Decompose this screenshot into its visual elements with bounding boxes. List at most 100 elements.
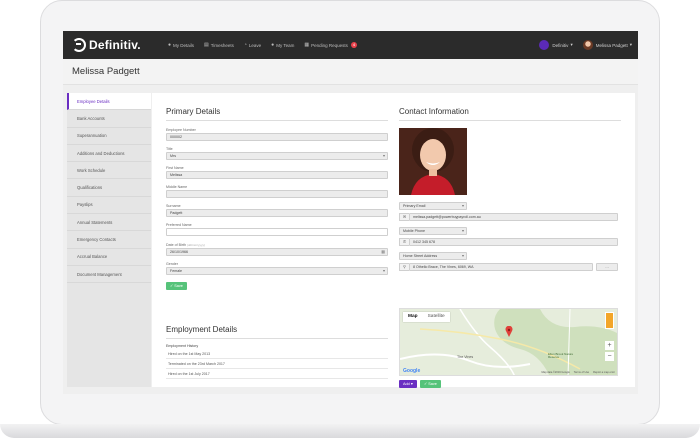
chevron-down-icon: ▾: [629, 42, 632, 47]
table-row: Hired on the 1st May 2013: [166, 350, 388, 359]
brand-logo[interactable]: Definitiv.: [72, 37, 141, 53]
employee-number-label: Employee Number: [166, 128, 196, 132]
zoom-in-icon[interactable]: +: [605, 341, 614, 350]
nav-leave[interactable]: ◔ Leave: [244, 42, 261, 48]
dob-label-text: Date of Birth: [166, 243, 186, 247]
org-switcher[interactable]: Definitiv: [552, 43, 568, 48]
map-label-nature-reserve: Ellen Brook Nature Reserve: [548, 352, 574, 360]
preferred-name-field[interactable]: [166, 228, 388, 236]
sidebar-item-emergency-contacts[interactable]: Emergency Contacts: [67, 231, 151, 249]
primary-save-button[interactable]: ✓ Save: [166, 282, 187, 290]
address-type-value: Home Street Address: [403, 254, 438, 258]
contact-save-button[interactable]: ✓ Save: [420, 380, 441, 388]
tab-map[interactable]: Map: [403, 312, 423, 322]
map-pin-icon[interactable]: [505, 324, 513, 337]
sidebar-item-additions-deductions[interactable]: Additions and Deductions: [67, 145, 151, 163]
sidebar: Employee Details Bank Accounts Superannu…: [67, 93, 151, 387]
address-field[interactable]: 8 Othello Brace, The Vines, 6069, WA: [409, 263, 593, 271]
caret-down-icon: ▾: [409, 382, 413, 386]
nav-right: Definitiv ▾ Melissa Padgett ▾: [539, 31, 632, 59]
sidebar-item-bank-accounts[interactable]: Bank Accounts: [67, 110, 151, 128]
gender-label: Gender: [166, 262, 178, 266]
nav-menu: ● My Details ▤ Timesheets ◔ Leave ● My T…: [168, 31, 367, 59]
team-icon: ●: [271, 42, 275, 48]
sidebar-item-employee-details[interactable]: Employee Details: [67, 93, 151, 111]
pending-count-badge: 4: [350, 42, 358, 48]
nav-pending-requests[interactable]: ▦ Pending Requests 4: [304, 42, 358, 48]
employee-number-field: 000002: [166, 133, 388, 141]
map-type-tabs: Map Satellite: [403, 312, 450, 322]
sidebar-item-superannuation[interactable]: Superannuation: [67, 128, 151, 145]
address-type-select[interactable]: Home Street Address ▾: [399, 252, 467, 260]
phone-field[interactable]: 0412 345 678: [409, 238, 618, 246]
address-options-button[interactable]: …: [596, 263, 618, 271]
map-report-link[interactable]: Report a map error: [593, 371, 615, 374]
email-type-select[interactable]: Primary Email ▾: [399, 202, 467, 210]
pegman-icon[interactable]: [605, 312, 614, 329]
dob-value: 26/10/1966: [170, 250, 188, 254]
chevron-down-icon: ▾: [461, 253, 464, 258]
profile-photo[interactable]: [399, 128, 467, 195]
sidebar-item-payslips[interactable]: Payslips: [67, 197, 151, 215]
middle-name-field[interactable]: [166, 190, 388, 198]
address-map[interactable]: Map Satellite The Vines Ellen Brook Natu…: [399, 308, 618, 376]
top-navigation: Definitiv. ● My Details ▤ Timesheets ◔ L…: [63, 31, 638, 59]
profile-portrait: [399, 128, 467, 195]
title-select[interactable]: Mrs ▾: [166, 152, 388, 160]
google-logo: Google: [403, 368, 421, 374]
map-terms-link[interactable]: Terms of Use: [574, 371, 589, 374]
email-type-value: Primary Email: [403, 204, 426, 208]
dob-field[interactable]: 26/10/1966 ▦: [166, 248, 388, 256]
phone-type-select[interactable]: Mobile Phone ▾: [399, 227, 467, 235]
save-label: Save: [174, 284, 183, 288]
sidebar-item-qualifications[interactable]: Qualifications: [67, 179, 151, 197]
nav-my-team[interactable]: ● My Team: [271, 42, 294, 48]
email-field[interactable]: melissa.padgett@powerbuypayroll.com.au: [409, 213, 618, 221]
zoom-out-icon[interactable]: −: [605, 352, 614, 361]
more-icon: …: [605, 265, 609, 269]
gender-select[interactable]: Female ▾: [166, 267, 388, 275]
middle-name-label: Middle Name: [166, 185, 188, 189]
divider: [399, 120, 621, 121]
pending-icon: ▦: [304, 42, 310, 48]
dob-hint: (dd/mm/yyyy): [186, 243, 205, 247]
preferred-name-label: Preferred Name: [166, 223, 192, 227]
page-header: Melissa Padgett: [63, 59, 638, 85]
sidebar-item-annual-statements[interactable]: Annual Statements: [67, 214, 151, 232]
first-name-field[interactable]: Melissa: [166, 171, 388, 179]
contact-information-title: Contact Information: [399, 107, 469, 116]
definitiv-logo-icon: [72, 38, 86, 52]
primary-details-title: Primary Details: [166, 107, 221, 116]
nav-label: My Team: [276, 42, 295, 48]
title-label: Title: [166, 147, 173, 151]
employment-details-title: Employment Details: [166, 325, 238, 334]
nav-label: My Details: [173, 42, 195, 48]
first-name-label: First Name: [166, 166, 184, 170]
sidebar-item-document-management[interactable]: Document Management: [67, 266, 151, 284]
tab-satellite[interactable]: Satellite: [423, 312, 450, 322]
table-row: Terminated on the 23rd March 2017: [166, 360, 388, 369]
add-contact-button[interactable]: Add ▾: [399, 380, 417, 388]
chevron-down-icon: ▾: [382, 268, 385, 273]
map-label-the-vines: The Vines: [457, 355, 474, 359]
chevron-down-icon: ▾: [461, 203, 464, 208]
title-value: Mrs: [170, 154, 176, 158]
nav-label: Timesheets: [210, 42, 234, 48]
nav-timesheets[interactable]: ▤ Timesheets: [204, 42, 234, 48]
nav-label: Pending Requests: [311, 42, 348, 48]
org-logo-icon: [539, 40, 550, 50]
user-menu[interactable]: Melissa Padgett: [596, 43, 628, 48]
dob-label: Date of Birth (dd/mm/yyyy): [166, 243, 205, 247]
main-content: Primary Details Employee Number 000002 T…: [152, 93, 635, 388]
map-marker-icon: ⚲: [399, 263, 409, 271]
nav-my-details[interactable]: ● My Details: [168, 42, 194, 48]
chevron-down-icon: ▾: [570, 42, 573, 47]
avatar[interactable]: [582, 40, 593, 50]
add-label: Add: [403, 382, 410, 386]
sidebar-item-accrual-balance[interactable]: Accrual Balance: [67, 249, 151, 266]
calendar-icon[interactable]: ▦: [381, 249, 385, 255]
employment-history-label: Employment History: [166, 344, 199, 348]
sidebar-item-work-schedule[interactable]: Work Schedule: [67, 162, 151, 180]
surname-field[interactable]: Padgett: [166, 209, 388, 217]
phone-type-value: Mobile Phone: [403, 229, 425, 233]
